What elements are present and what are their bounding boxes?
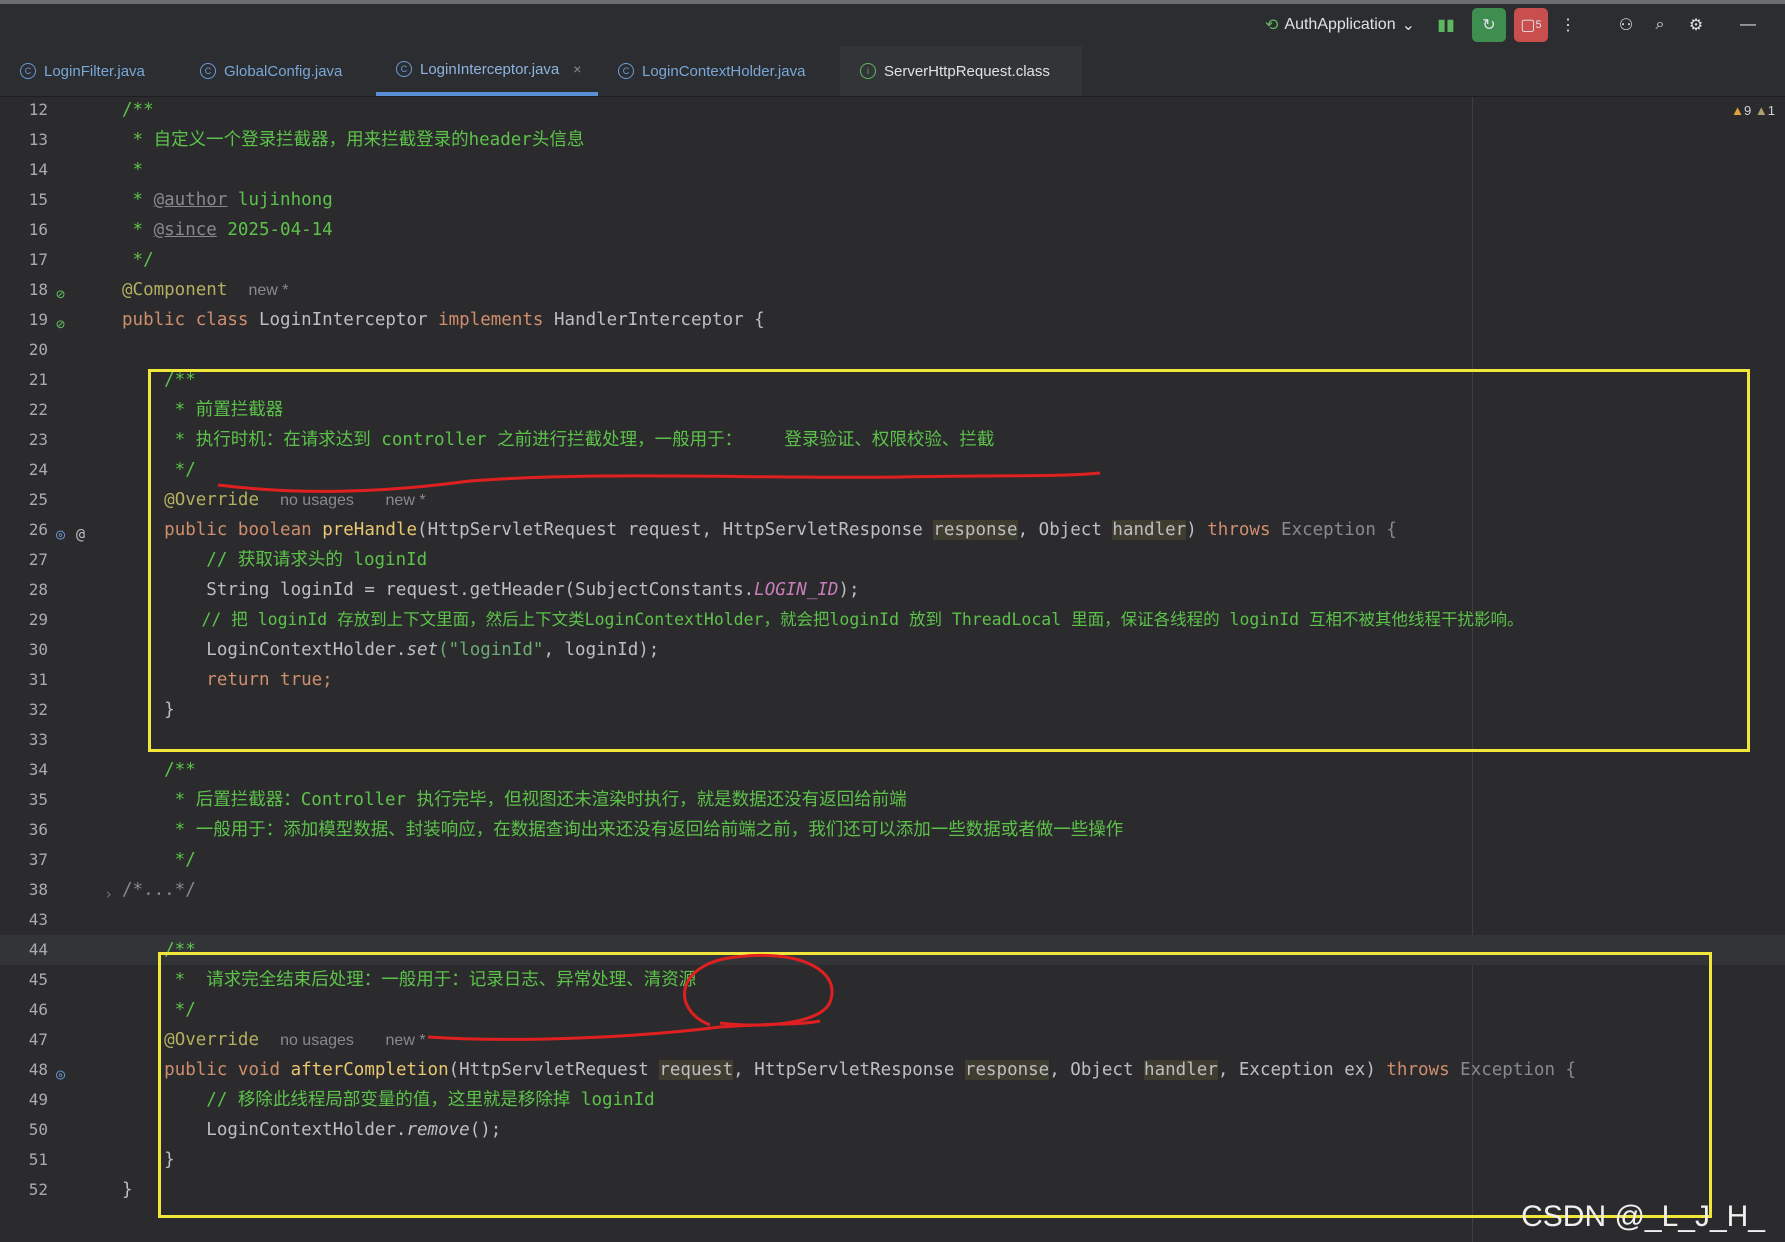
close-icon[interactable]: × <box>573 61 581 77</box>
main-toolbar: ⟲ AuthApplication ⌄ ▮▮ ↻ ▢ 5 ⋮ ⚇ ⌕ ⚙ — <box>0 4 1785 46</box>
tab-logininterceptor[interactable]: C LoginInterceptor.java × <box>376 46 598 96</box>
minimize-icon[interactable]: — <box>1734 12 1762 38</box>
chevron-down-icon: ⌄ <box>1401 17 1415 34</box>
class-file-icon: i <box>860 63 876 79</box>
red-underline-mark <box>217 471 1101 493</box>
tab-loginfilter[interactable]: C LoginFilter.java <box>0 46 180 96</box>
add-user-icon[interactable]: ⚇ <box>1612 12 1640 38</box>
class-icon: C <box>396 61 412 77</box>
tab-serverhttprequest[interactable]: i ServerHttpRequest.class <box>840 46 1082 96</box>
search-icon[interactable]: ⌕ <box>1646 12 1674 38</box>
editor-tabs: C LoginFilter.java C GlobalConfig.java C Lo… <box>0 46 1785 97</box>
stop-icon: ▢ <box>1520 17 1536 34</box>
stop-badge: 5 <box>1535 19 1542 31</box>
more-options-icon[interactable]: ⋮ <box>1556 12 1580 38</box>
annotation-marks <box>217 471 1101 1041</box>
tab-globalconfig[interactable]: C GlobalConfig.java <box>180 46 376 96</box>
red-circle-mark <box>683 953 834 1027</box>
stop-button[interactable]: ▢ 5 <box>1514 8 1548 42</box>
rerun-icon: ↻ <box>1482 17 1496 34</box>
class-icon: C <box>20 63 36 79</box>
run-config-icon: ⟲ <box>1265 17 1279 34</box>
code-editor[interactable]: ▲9 ▲1 12/** 13 * 自定义一个登录拦截器，用来拦截登录的heade… <box>0 97 1785 1242</box>
tab-logincontextholder[interactable]: C LoginContextHolder.java <box>598 46 840 96</box>
run-config-label: AuthApplication <box>1284 16 1396 33</box>
pause-icon[interactable]: ▮▮ <box>1432 12 1460 38</box>
watermark: CSDN @_L_J_H_ <box>1521 1200 1765 1233</box>
class-icon: C <box>618 63 634 79</box>
class-icon: C <box>200 63 216 79</box>
gear-icon[interactable]: ⚙ <box>1682 12 1710 38</box>
rerun-button[interactable]: ↻ <box>1472 8 1506 42</box>
run-configuration-selector[interactable]: ⟲ AuthApplication ⌄ <box>1260 12 1420 38</box>
